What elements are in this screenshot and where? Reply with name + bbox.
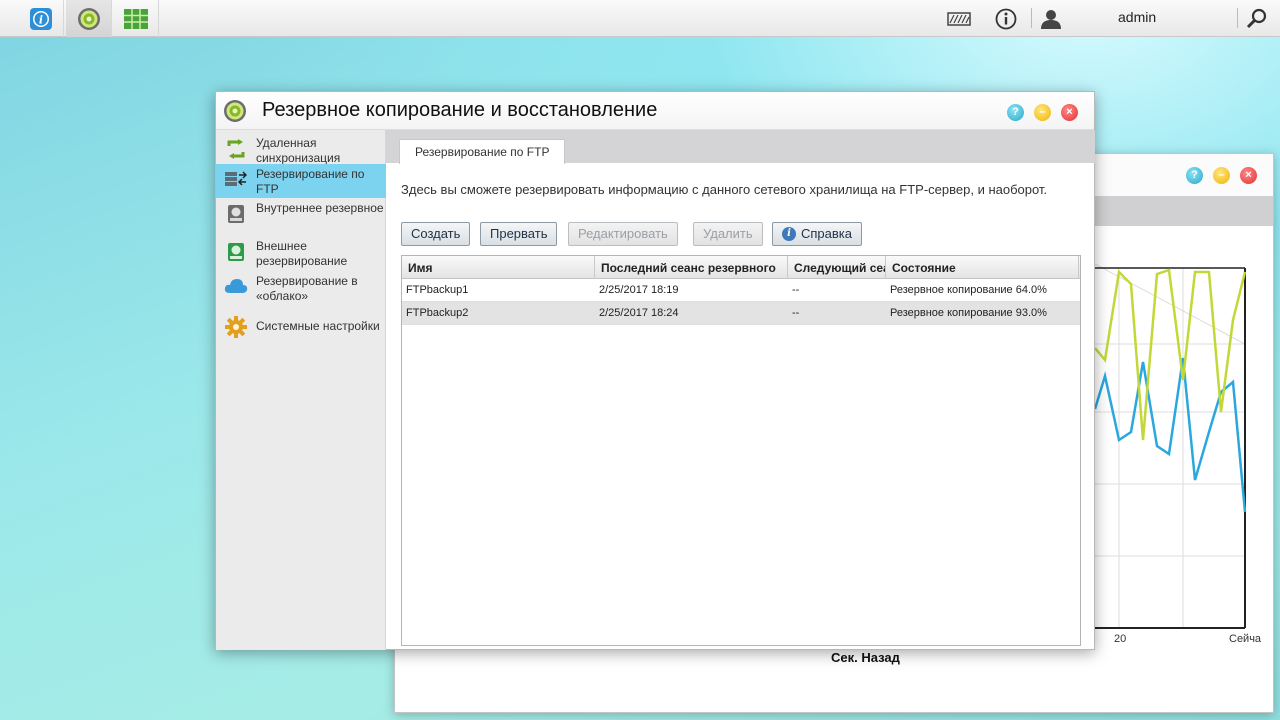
sidebar-item-label: Резервирование по FTP [256, 167, 365, 196]
edit-button[interactable]: Редактировать [568, 222, 678, 246]
ftp-icon [216, 164, 256, 188]
cell-next-session: -- [792, 284, 800, 296]
sidebar-item-label: Внешнее резервирование [256, 239, 348, 268]
divider [1237, 8, 1238, 28]
table-row[interactable]: FTPbackup1 2/25/2017 18:19 -- Резервное … [402, 279, 1080, 302]
close-icon[interactable]: × [1061, 104, 1078, 121]
column-header-name[interactable]: Имя [402, 256, 595, 279]
abort-button[interactable]: Прервать [480, 222, 558, 246]
username[interactable]: admin [1118, 0, 1156, 35]
cell-last-session: 2/25/2017 18:24 [599, 307, 679, 319]
graph-series-blue [1095, 357, 1247, 513]
window-title: Резервное копирование и восстановление [262, 99, 658, 121]
x-axis-label: Сек. Назад [831, 650, 900, 665]
cell-name: FTPbackup2 [406, 307, 469, 319]
sidebar-item-system-settings[interactable]: Системные настройки [216, 313, 386, 343]
cell-name: FTPbackup1 [406, 284, 469, 296]
tab-bar: Резервирование по FTP [386, 130, 1095, 164]
taskbar-info-app[interactable]: i [18, 0, 64, 37]
delete-button[interactable]: Удалить [693, 222, 763, 246]
user-icon[interactable] [1040, 0, 1062, 37]
backup-jobs-table: Имя Последний сеанс резервного Следующий… [401, 255, 1081, 646]
graph-series-green [1095, 268, 1247, 441]
info-app-icon: i [29, 7, 52, 30]
divider [1031, 8, 1032, 28]
sidebar-item-external-backup[interactable]: Внешнее резервирование [216, 236, 386, 272]
line-graph [1095, 264, 1247, 629]
external-backup-icon [216, 236, 256, 262]
close-icon[interactable]: × [1240, 167, 1257, 184]
description-text: Здесь вы сможете резервировать информаци… [401, 182, 1048, 197]
taskbar-backup-app[interactable] [66, 0, 112, 37]
minimize-icon[interactable]: – [1034, 104, 1051, 121]
tab-ftp-backup[interactable]: Резервирование по FTP [399, 139, 566, 164]
sync-icon [216, 133, 256, 159]
sidebar-item-label: Резервирование в «облако» [256, 274, 358, 303]
taskbar: i admin [0, 0, 1280, 37]
internal-backup-icon [216, 198, 256, 224]
sidebar-item-label: Удаленная синхронизация [256, 136, 341, 165]
column-header-last-session[interactable]: Последний сеанс резервного [595, 256, 788, 279]
help-icon[interactable]: ? [1186, 167, 1203, 184]
help-button[interactable]: i Справка [772, 222, 862, 246]
x-tick: 20 [1114, 633, 1127, 645]
search-icon[interactable] [1246, 0, 1268, 37]
content-panel: Резервирование по FTP Здесь вы сможете р… [386, 130, 1095, 650]
svg-text:i: i [38, 13, 42, 26]
table-row[interactable]: FTPbackup2 2/25/2017 18:24 -- Резервное … [402, 302, 1080, 325]
backup-app-icon [224, 100, 246, 122]
taskbar-grid-app[interactable] [113, 0, 159, 37]
table-header: Имя Последний сеанс резервного Следующий… [402, 256, 1080, 279]
window-titlebar: Резервное копирование и восстановление ?… [216, 92, 1094, 130]
cell-status: Резервное копирование 64.0% [890, 284, 1047, 296]
cell-last-session: 2/25/2017 18:19 [599, 284, 679, 296]
grid-app-icon [123, 8, 148, 29]
monitor-icon[interactable] [947, 0, 971, 37]
sidebar-item-internal-backup[interactable]: Внутреннее резервное [216, 198, 386, 234]
help-button-label: Справка [801, 226, 852, 241]
minimize-icon[interactable]: – [1213, 167, 1230, 184]
gear-icon [216, 313, 256, 338]
column-header-status[interactable]: Состояние [886, 256, 1079, 279]
sidebar-item-ftp-backup[interactable]: Резервирование по FTP [216, 164, 386, 198]
sidebar-item-remote-sync[interactable]: Удаленная синхронизация [216, 133, 386, 167]
sidebar: Удаленная синхронизация Резервирование п… [216, 130, 386, 650]
backup-restore-window[interactable]: Резервное копирование и восстановление ?… [215, 91, 1095, 650]
sidebar-item-cloud-backup[interactable]: Резервирование в «облако» [216, 271, 386, 307]
backup-app-icon [77, 7, 100, 30]
sidebar-item-label: Системные настройки [256, 319, 380, 333]
cell-next-session: -- [792, 307, 800, 319]
info-icon[interactable] [995, 0, 1017, 37]
create-button[interactable]: Создать [401, 222, 471, 246]
info-icon: i [782, 227, 796, 241]
cell-status: Резервное копирование 93.0% [890, 307, 1047, 319]
x-tick: Сейча [1229, 633, 1262, 645]
help-icon[interactable]: ? [1007, 104, 1024, 121]
cloud-icon [216, 271, 256, 295]
column-header-next-session[interactable]: Следующий сеанс [788, 256, 886, 279]
sidebar-item-label: Внутреннее резервное [256, 201, 384, 215]
